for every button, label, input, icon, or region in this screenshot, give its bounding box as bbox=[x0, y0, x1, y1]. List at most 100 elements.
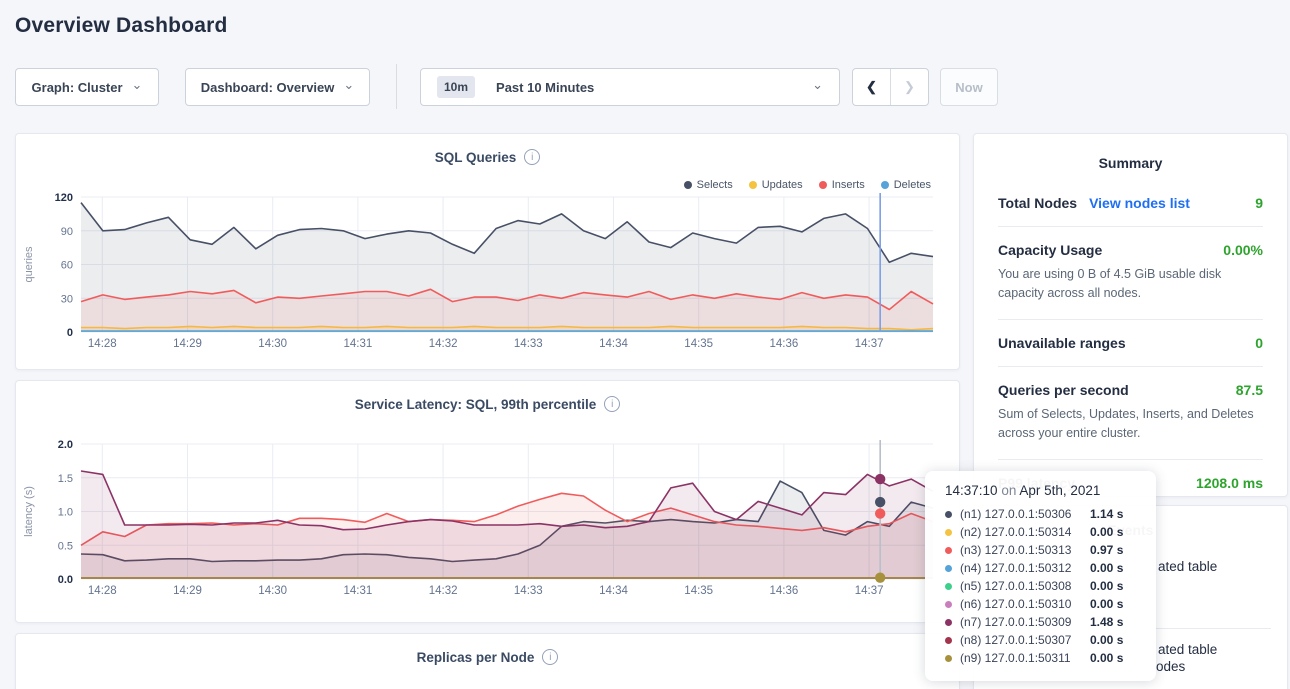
total-nodes-row: Total Nodes View nodes list 9 bbox=[998, 195, 1263, 211]
info-icon[interactable]: i bbox=[542, 649, 558, 665]
tooltip-node-name: (n6) 127.0.0.1:50310 bbox=[960, 597, 1090, 611]
tooltip-node-name: (n2) 127.0.0.1:50314 bbox=[960, 525, 1090, 539]
info-icon[interactable]: i bbox=[524, 149, 540, 165]
svg-text:14:34: 14:34 bbox=[599, 585, 628, 597]
tooltip-node-row: (n9) 127.0.0.1:503110.00 s bbox=[945, 649, 1156, 667]
tooltip-node-name: (n1) 127.0.0.1:50306 bbox=[960, 507, 1090, 521]
tooltip-node-row: (n2) 127.0.0.1:503140.00 s bbox=[945, 523, 1156, 541]
tooltip-node-value: 0.00 s bbox=[1090, 561, 1123, 575]
view-nodes-list-link[interactable]: View nodes list bbox=[1089, 195, 1190, 211]
now-button[interactable]: Now bbox=[940, 68, 998, 106]
svg-text:30: 30 bbox=[61, 293, 73, 305]
time-next-button[interactable]: ❯ bbox=[891, 69, 928, 105]
svg-text:2.0: 2.0 bbox=[58, 439, 73, 451]
tooltip-node-row: (n1) 127.0.0.1:503061.14 s bbox=[945, 505, 1156, 523]
chart-hover-tooltip: 14:37:10 on Apr 5th, 2021 (n1) 127.0.0.1… bbox=[925, 471, 1156, 681]
svg-text:0.5: 0.5 bbox=[58, 540, 73, 552]
qps-subtext: Sum of Selects, Updates, Inserts, and De… bbox=[998, 405, 1263, 444]
svg-text:14:32: 14:32 bbox=[429, 585, 458, 597]
replicas-title: Replicas per Node i bbox=[16, 649, 959, 665]
capacity-row: Capacity Usage 0.00% bbox=[998, 242, 1263, 258]
chevron-down-icon: ⌄ bbox=[343, 81, 354, 89]
summary-divider bbox=[998, 319, 1263, 320]
chart-title-text: Service Latency: SQL, 99th percentile bbox=[355, 397, 597, 412]
chart-title-text: Replicas per Node bbox=[417, 650, 535, 665]
tooltip-node-row: (n5) 127.0.0.1:503080.00 s bbox=[945, 577, 1156, 595]
tooltip-node-row: (n3) 127.0.0.1:503130.97 s bbox=[945, 541, 1156, 559]
svg-text:14:37: 14:37 bbox=[855, 585, 884, 597]
capacity-subtext: You are using 0 B of 4.5 GiB usable disk… bbox=[998, 265, 1263, 304]
svg-text:14:30: 14:30 bbox=[258, 338, 287, 350]
qps-label: Queries per second bbox=[998, 382, 1129, 398]
event-text-fragment: ated table bbox=[1158, 642, 1217, 657]
svg-text:latency (s): latency (s) bbox=[23, 486, 35, 537]
dashboard-dropdown[interactable]: Dashboard: Overview ⌄ bbox=[185, 68, 370, 106]
unavailable-ranges-label: Unavailable ranges bbox=[998, 335, 1126, 351]
series-dot-icon bbox=[945, 619, 952, 626]
tooltip-node-row: (n8) 127.0.0.1:503070.00 s bbox=[945, 631, 1156, 649]
sql-queries-title: SQL Queries i bbox=[16, 149, 959, 165]
tooltip-node-value: 0.00 s bbox=[1090, 633, 1123, 647]
tooltip-node-value: 0.00 s bbox=[1090, 651, 1123, 665]
service-latency-card: Service Latency: SQL, 99th percentile i … bbox=[15, 380, 960, 623]
tooltip-rows: (n1) 127.0.0.1:503061.14 s(n2) 127.0.0.1… bbox=[945, 505, 1156, 667]
svg-text:14:35: 14:35 bbox=[684, 585, 713, 597]
tooltip-on: on bbox=[998, 483, 1020, 498]
sql-queries-card: SQL Queries i SelectsUpdatesInsertsDelet… bbox=[15, 133, 960, 370]
replicas-per-node-card: Replicas per Node i bbox=[15, 633, 960, 689]
svg-text:14:29: 14:29 bbox=[173, 338, 202, 350]
svg-text:120: 120 bbox=[55, 192, 73, 204]
tooltip-timestamp: 14:37:10 on Apr 5th, 2021 bbox=[945, 483, 1156, 498]
unavailable-ranges-value: 0 bbox=[1255, 335, 1263, 351]
service-latency-chart[interactable]: 14:2814:2914:3014:3114:3214:3314:3414:35… bbox=[16, 434, 961, 606]
chevron-down-icon: ⌄ bbox=[132, 81, 143, 89]
tooltip-node-name: (n5) 127.0.0.1:50308 bbox=[960, 579, 1090, 593]
sql-queries-chart[interactable]: 14:2814:2914:3014:3114:3214:3314:3414:35… bbox=[16, 187, 961, 359]
svg-text:14:37: 14:37 bbox=[855, 338, 884, 350]
tooltip-node-row: (n6) 127.0.0.1:503100.00 s bbox=[945, 595, 1156, 613]
graph-dropdown[interactable]: Graph: Cluster ⌄ bbox=[15, 68, 159, 106]
tooltip-node-value: 1.14 s bbox=[1090, 507, 1123, 521]
svg-text:0: 0 bbox=[67, 327, 73, 339]
page-title: Overview Dashboard bbox=[15, 14, 228, 38]
summary-divider bbox=[998, 366, 1263, 367]
tooltip-node-name: (n7) 127.0.0.1:50309 bbox=[960, 615, 1090, 629]
series-dot-icon bbox=[945, 583, 952, 590]
series-dot-icon bbox=[945, 655, 952, 662]
event-text-fragment: odes bbox=[1156, 659, 1185, 674]
total-nodes-label: Total Nodes bbox=[998, 195, 1077, 211]
capacity-value: 0.00% bbox=[1223, 242, 1263, 258]
series-dot-icon bbox=[945, 637, 952, 644]
time-range-badge: 10m bbox=[437, 76, 475, 98]
chevron-down-icon: ⌄ bbox=[812, 81, 823, 89]
chart-title-text: SQL Queries bbox=[435, 150, 517, 165]
overview-dashboard-page: Overview Dashboard Graph: Cluster ⌄ Dash… bbox=[0, 0, 1290, 689]
time-range-selector[interactable]: 10m Past 10 Minutes ⌄ bbox=[420, 68, 840, 106]
svg-text:14:32: 14:32 bbox=[429, 338, 458, 350]
unavailable-ranges-row: Unavailable ranges 0 bbox=[998, 335, 1263, 351]
svg-text:14:29: 14:29 bbox=[173, 585, 202, 597]
time-prev-button[interactable]: ❮ bbox=[853, 69, 891, 105]
tooltip-node-name: (n4) 127.0.0.1:50312 bbox=[960, 561, 1090, 575]
svg-text:14:31: 14:31 bbox=[344, 585, 373, 597]
p99-value: 1208.0 ms bbox=[1196, 475, 1263, 491]
svg-text:14:28: 14:28 bbox=[88, 585, 117, 597]
svg-text:14:34: 14:34 bbox=[599, 338, 628, 350]
svg-text:14:35: 14:35 bbox=[684, 338, 713, 350]
svg-text:14:31: 14:31 bbox=[344, 338, 373, 350]
tooltip-node-value: 0.00 s bbox=[1090, 579, 1123, 593]
tooltip-time: 14:37:10 bbox=[945, 483, 998, 498]
time-range-label: Past 10 Minutes bbox=[496, 80, 594, 95]
tooltip-node-name: (n9) 127.0.0.1:50311 bbox=[960, 651, 1090, 665]
svg-text:1.5: 1.5 bbox=[58, 473, 73, 485]
tooltip-node-value: 0.00 s bbox=[1090, 525, 1123, 539]
info-icon[interactable]: i bbox=[604, 396, 620, 412]
series-dot-icon bbox=[945, 511, 952, 518]
graph-dropdown-label: Graph: Cluster bbox=[32, 80, 123, 95]
svg-text:14:30: 14:30 bbox=[258, 585, 287, 597]
svg-text:14:33: 14:33 bbox=[514, 338, 543, 350]
total-nodes-value: 9 bbox=[1255, 195, 1263, 211]
tooltip-node-name: (n8) 127.0.0.1:50307 bbox=[960, 633, 1090, 647]
tooltip-node-value: 0.00 s bbox=[1090, 597, 1123, 611]
svg-text:60: 60 bbox=[61, 260, 73, 272]
